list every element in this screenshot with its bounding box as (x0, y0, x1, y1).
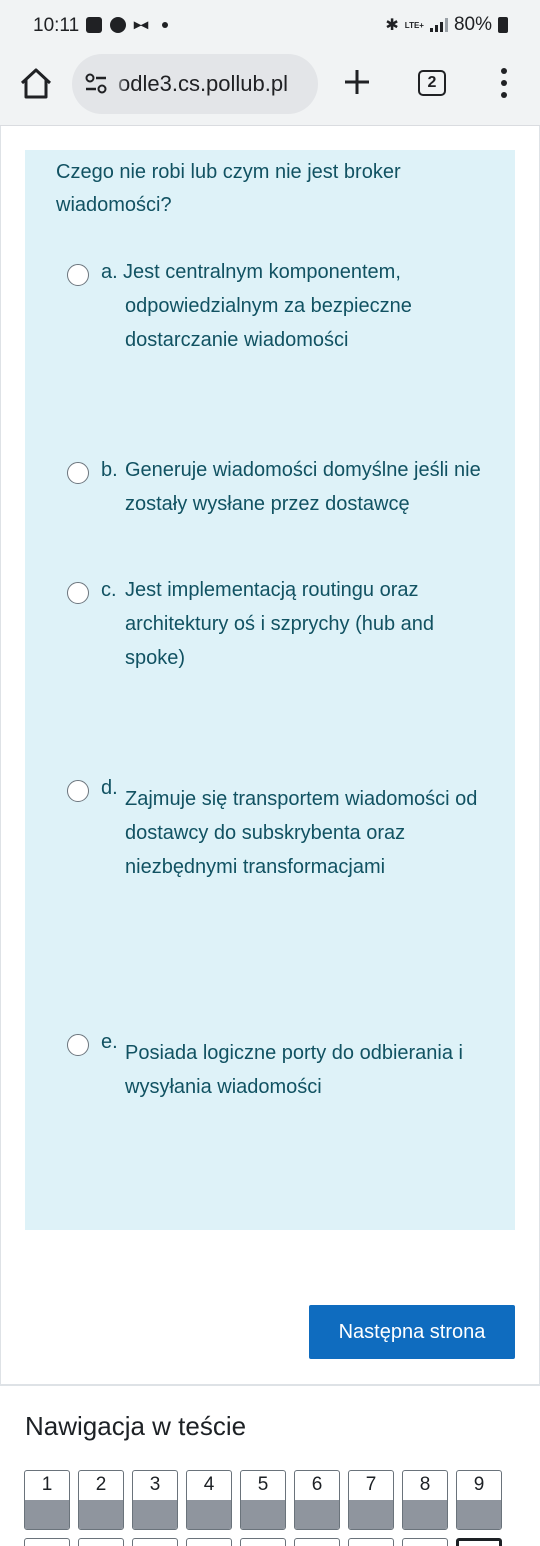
messenger-icon (110, 16, 126, 33)
answer-d-text[interactable]: Zajmuje się transportem wiadomości od do… (125, 782, 495, 884)
system-icons: ✱ LTE+ 80% (385, 14, 508, 36)
bluetooth-icon: ✱ (385, 17, 399, 34)
browser-toolbar: odle3.cs.pollub.pl 2 (0, 52, 540, 126)
answer-c-text[interactable]: Jest implementacją routingu oraz archite… (125, 573, 495, 675)
answer-c-radio[interactable] (67, 582, 89, 604)
quiz-navigation-row-2 (24, 1538, 502, 1546)
battery-icon (498, 17, 508, 33)
quiz-nav-button[interactable]: 2 (78, 1470, 124, 1530)
quiz-nav-button[interactable] (294, 1538, 340, 1546)
quiz-nav-button[interactable]: 4 (186, 1470, 232, 1530)
gallery-icon (86, 16, 102, 33)
quiz-navigation-title: Nawigacja w teście (25, 1411, 247, 1441)
answer-a-radio[interactable] (67, 264, 89, 286)
answer-b-radio[interactable] (67, 462, 89, 484)
answer-e-radio[interactable] (67, 1034, 89, 1056)
quiz-nav-button[interactable] (132, 1538, 178, 1546)
url-text: odle3.cs.pollub.pl (118, 71, 289, 96)
quiz-nav-button[interactable] (186, 1538, 232, 1546)
quiz-nav-button-current[interactable] (456, 1538, 502, 1546)
site-settings-icon[interactable] (84, 73, 108, 95)
question-text: Czego nie robi lub czym nie jest broker … (56, 161, 401, 216)
quiz-nav-button[interactable]: 5 (240, 1470, 286, 1530)
quiz-nav-button[interactable] (24, 1538, 70, 1546)
url-fade (112, 54, 126, 114)
playstation-icon: ▸◂ (134, 16, 149, 32)
answer-d-letter: d. (101, 777, 118, 799)
status-bar: 10:11 ▸◂ ✱ LTE+ 80% (0, 0, 540, 52)
home-icon[interactable] (18, 66, 54, 102)
tab-switcher-button[interactable]: 2 (418, 70, 446, 96)
more-menu-icon[interactable] (494, 68, 514, 98)
answer-b-text[interactable]: Generuje wiadomości domyślne jeśli nie z… (125, 453, 495, 521)
more-notifications-icon (162, 21, 169, 28)
signal-icon (429, 18, 448, 32)
quiz-nav-button[interactable]: 8 (402, 1470, 448, 1530)
new-tab-icon[interactable] (342, 67, 372, 97)
quiz-navigation-grid: 1 2 3 4 5 6 7 8 9 (24, 1470, 502, 1530)
answer-a-text[interactable]: Jest centralnym komponentem, odpowiedzia… (123, 255, 495, 357)
answer-b-letter: b. (101, 459, 118, 481)
quiz-nav-button[interactable]: 6 (294, 1470, 340, 1530)
notification-icons: ▸◂ (86, 16, 169, 33)
quiz-nav-button[interactable] (240, 1538, 286, 1546)
lte-icon: LTE+ (404, 20, 424, 30)
quiz-nav-button[interactable]: 3 (132, 1470, 178, 1530)
quiz-nav-button[interactable] (78, 1538, 124, 1546)
answer-e-letter: e. (101, 1031, 118, 1053)
quiz-nav-button[interactable] (402, 1538, 448, 1546)
quiz-nav-button[interactable]: 7 (348, 1470, 394, 1530)
answer-e-text[interactable]: Posiada logiczne porty do odbierania i w… (125, 1036, 495, 1104)
address-bar[interactable]: odle3.cs.pollub.pl (72, 54, 318, 114)
quiz-nav-button[interactable]: 1 (24, 1470, 70, 1530)
battery-percent: 80% (453, 14, 492, 35)
quiz-nav-button[interactable]: 9 (456, 1470, 502, 1530)
answer-d-radio[interactable] (67, 780, 89, 802)
answer-a-letter: a. (101, 261, 118, 283)
next-page-button[interactable]: Następna strona (309, 1305, 515, 1359)
status-time: 10:11 (33, 15, 80, 36)
quiz-nav-button[interactable] (348, 1538, 394, 1546)
answer-c-letter: c. (101, 579, 117, 601)
